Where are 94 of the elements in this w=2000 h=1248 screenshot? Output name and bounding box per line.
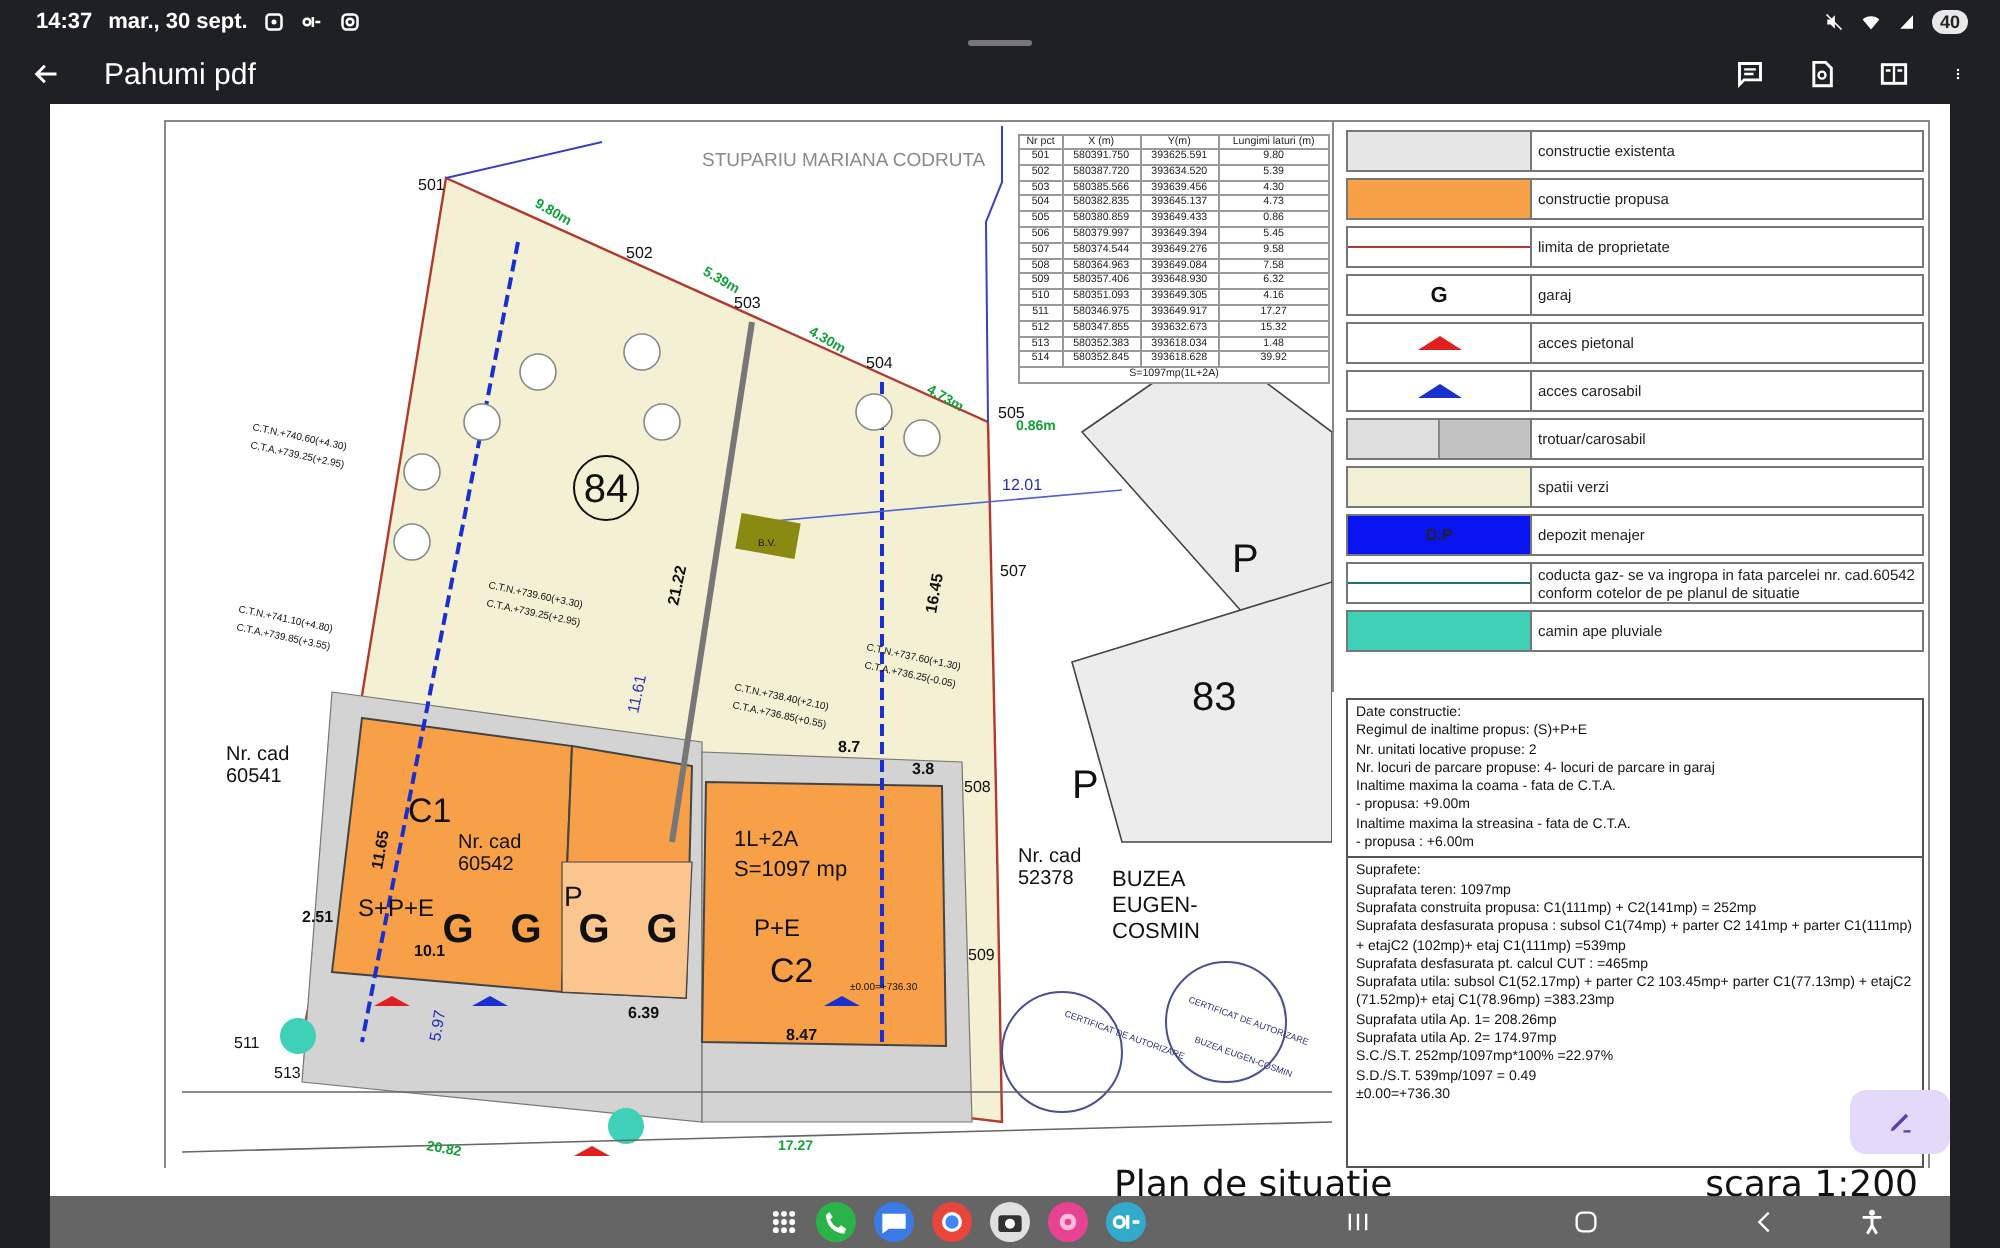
cadastral-label: Nr. cad bbox=[458, 832, 522, 854]
access-arrow-icon bbox=[374, 996, 410, 1006]
marketplace-app-icon[interactable] bbox=[1106, 1202, 1146, 1242]
legend-symbol: G bbox=[1430, 283, 1448, 307]
cadastral-label: 60542 bbox=[458, 854, 514, 876]
dimension-label: 16.45 bbox=[922, 572, 947, 615]
distance-label: 11.61 bbox=[624, 673, 650, 715]
legend-swatch bbox=[1438, 420, 1530, 458]
dimension-label: 8.47 bbox=[786, 1026, 818, 1044]
plan-label: 83 bbox=[1192, 676, 1237, 720]
mute-icon bbox=[1823, 12, 1844, 32]
dimension-label: 11.65 bbox=[368, 829, 393, 871]
plan-label: P bbox=[1232, 538, 1259, 582]
two-page-icon[interactable] bbox=[1880, 60, 1908, 88]
cadastral-label: 52378 bbox=[1018, 868, 1074, 890]
dimension-label: 8.7 bbox=[838, 738, 861, 756]
point-number: 504 bbox=[866, 354, 893, 372]
tree-icon bbox=[903, 419, 941, 457]
recent-apps-icon[interactable] bbox=[1344, 1208, 1372, 1236]
building-label: C1 bbox=[408, 792, 452, 830]
building-label: P+E bbox=[754, 914, 801, 942]
battery-level: 40 bbox=[1931, 10, 1968, 34]
clock-time: 14:37 bbox=[36, 10, 93, 34]
lot-number-circle bbox=[573, 455, 639, 521]
document-search-icon[interactable] bbox=[1808, 60, 1836, 88]
point-number: 501 bbox=[418, 176, 445, 194]
owner-name: COSMIN bbox=[1112, 920, 1200, 944]
messages-app-icon[interactable] bbox=[874, 1202, 914, 1242]
tree-icon bbox=[403, 453, 441, 491]
dimension-label: 21.22 bbox=[664, 563, 691, 607]
building-label: S=1097 mp bbox=[734, 858, 848, 882]
garage-label: G bbox=[510, 908, 542, 952]
point-number: 511 bbox=[234, 1034, 260, 1052]
notification-icon bbox=[299, 12, 324, 32]
distance-label: 5.97 bbox=[426, 1008, 450, 1043]
building-label: P bbox=[564, 880, 583, 912]
dimension-label: 10.1 bbox=[414, 942, 446, 960]
tree-icon bbox=[519, 353, 557, 391]
comment-icon[interactable] bbox=[1736, 60, 1764, 88]
back-arrow-icon[interactable] bbox=[32, 60, 60, 88]
browser-app-icon[interactable] bbox=[932, 1202, 972, 1242]
building-label: 1L+2A bbox=[734, 828, 799, 852]
pen-icon bbox=[1886, 1108, 1914, 1136]
document-title: Pahumi pdf bbox=[104, 57, 258, 91]
point-number: 507 bbox=[1000, 562, 1027, 580]
rainwater-manhole bbox=[280, 1018, 316, 1054]
point-number: 508 bbox=[964, 778, 991, 796]
camera-icon bbox=[339, 12, 360, 32]
cadastral-label: Nr. cad bbox=[1018, 846, 1082, 868]
garage-label: G bbox=[646, 908, 678, 952]
cadastral-label: Nr. cad bbox=[226, 744, 290, 766]
dimension-label: 2.51 bbox=[302, 908, 334, 926]
waste-bin-area bbox=[735, 513, 801, 559]
app-grid-icon[interactable] bbox=[770, 1208, 798, 1236]
camera-app-icon[interactable] bbox=[990, 1202, 1030, 1242]
date-text: mar., 30 sept. bbox=[108, 10, 248, 34]
distance-label: 12.01 bbox=[1002, 476, 1043, 494]
point-number: 505 bbox=[998, 404, 1025, 422]
signal-icon bbox=[1897, 12, 1916, 32]
owner-name: BUZEA bbox=[1112, 868, 1186, 892]
rainwater-manhole bbox=[608, 1108, 644, 1144]
cadastral-label: 60541 bbox=[226, 766, 282, 788]
point-number: 502 bbox=[626, 244, 653, 262]
access-arrow-icon bbox=[574, 1146, 610, 1156]
plan-label: P bbox=[1072, 764, 1099, 808]
point-number: 503 bbox=[734, 294, 761, 312]
building-label: C2 bbox=[770, 952, 814, 990]
access-arrow-icon bbox=[472, 996, 508, 1006]
dimension-label: 3.8 bbox=[912, 760, 935, 778]
home-icon[interactable] bbox=[1572, 1208, 1600, 1236]
notification-icon bbox=[263, 12, 284, 32]
tree-icon bbox=[393, 523, 431, 561]
wifi-icon bbox=[1859, 12, 1882, 32]
garage-label: G bbox=[442, 908, 474, 952]
building-label: S+P+E bbox=[358, 894, 435, 922]
phone-app-icon[interactable] bbox=[816, 1202, 856, 1242]
tree-icon bbox=[855, 393, 893, 431]
owner-name: EUGEN- bbox=[1112, 894, 1198, 918]
point-number: 509 bbox=[968, 946, 995, 964]
lot-number: 84 bbox=[583, 468, 629, 512]
tree-icon bbox=[643, 403, 681, 441]
owner-name: STUPARIU MARIANA CODRUTA bbox=[702, 150, 986, 172]
point-number: 513 bbox=[274, 1064, 301, 1082]
tree-icon bbox=[463, 403, 501, 441]
accessibility-icon[interactable] bbox=[1858, 1208, 1886, 1236]
scale-label: scara 1:200 bbox=[1705, 1168, 1918, 1202]
drawing-title: Plan de situatie bbox=[1114, 1168, 1393, 1202]
flower-app-icon[interactable] bbox=[1048, 1202, 1088, 1242]
tree-icon bbox=[623, 333, 661, 371]
legend-symbol: D.P bbox=[1425, 526, 1453, 544]
garage-label: G bbox=[578, 908, 610, 952]
dimension-label: 6.39 bbox=[628, 1004, 660, 1022]
access-arrow-icon bbox=[824, 996, 860, 1006]
drag-handle[interactable] bbox=[968, 40, 1032, 46]
